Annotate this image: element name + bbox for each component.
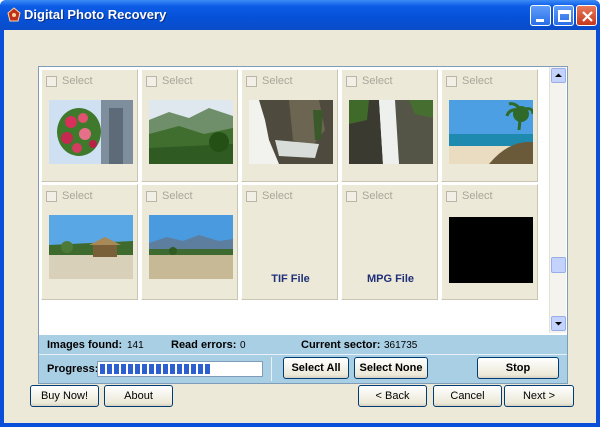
photo-hut[interactable] [49,215,133,279]
select-label: Select [362,75,393,87]
select-checkbox[interactable] [46,76,57,87]
select-label: Select [262,190,293,202]
status-row: Images found: 141 Read errors: 0 Current… [39,335,567,355]
progress-segment [156,364,161,374]
status-bar: Images found: 141 Read errors: 0 Current… [39,335,567,383]
title-bar[interactable]: Digital Photo Recovery [0,0,600,30]
photo-waterfall-cliff[interactable] [349,100,433,164]
select-checkbox[interactable] [346,191,357,202]
select-label: Select [62,75,93,87]
thumbnail-cell[interactable]: Select [441,69,538,182]
select-checkbox[interactable] [246,191,257,202]
scroll-down-button[interactable] [551,316,566,331]
images-found-label: Images found: [47,339,123,351]
minimize-icon [536,19,544,22]
select-label: Select [162,190,193,202]
maximize-icon [558,10,571,22]
progress-segment [205,364,210,374]
select-label: Select [462,190,493,202]
select-checkbox[interactable] [446,76,457,87]
progress-segment [107,364,112,374]
progress-segment [142,364,147,374]
photo-flowers[interactable] [49,100,133,164]
thumbnail-cell[interactable]: Select MPG File [341,184,438,300]
progress-segment [198,364,203,374]
file-type-label: TIF File [271,273,310,285]
thumbnail-cell[interactable]: Select [141,69,238,182]
buy-now-button[interactable]: Buy Now! [30,385,99,407]
progress-segment [100,364,105,374]
select-checkbox[interactable] [146,191,157,202]
minimize-button[interactable] [530,5,551,26]
select-none-button[interactable]: Select None [354,357,428,379]
close-button[interactable] [576,5,597,26]
divider [271,357,272,381]
window-title: Digital Photo Recovery [24,7,167,22]
vertical-scrollbar[interactable] [549,67,566,333]
photo-black[interactable] [449,217,533,283]
arrow-up-icon [555,73,562,77]
thumbnail-cell[interactable]: Select [241,69,338,182]
progress-segment [191,364,196,374]
thumbnail-grid: Select Select Select Select Select Selec… [39,67,547,333]
thumbnail-cell[interactable]: Select [41,69,138,182]
select-checkbox[interactable] [346,76,357,87]
cancel-button[interactable]: Cancel [433,385,502,407]
progress-segment [177,364,182,374]
current-sector-label: Current sector: [301,339,381,351]
select-label: Select [262,75,293,87]
progress-label: Progress: [47,363,99,375]
about-button[interactable]: About [104,385,173,407]
file-type-label: MPG File [366,273,415,285]
app-window: Digital Photo Recovery Select Select Sel… [0,0,600,427]
thumbnail-cell[interactable]: Select [441,184,538,300]
select-label: Select [462,75,493,87]
maximize-button[interactable] [553,5,574,26]
select-label: Select [62,190,93,202]
stop-button[interactable]: Stop [477,357,559,379]
thumbnail-cell[interactable]: Select [141,184,238,300]
photo-mountain-field[interactable] [149,215,233,279]
progress-segment [121,364,126,374]
select-checkbox[interactable] [46,191,57,202]
photo-waterfall-rock[interactable] [249,100,333,164]
select-label: Select [162,75,193,87]
thumbnail-cell[interactable]: Select [41,184,138,300]
select-checkbox[interactable] [146,76,157,87]
next-button[interactable]: Next > [504,385,574,407]
progress-segment [114,364,119,374]
progress-segment [184,364,189,374]
images-found-value: 141 [127,340,144,351]
arrow-down-icon [555,322,562,326]
progress-bar [97,361,263,377]
progress-segment [149,364,154,374]
thumbnail-cell[interactable]: Select TIF File [241,184,338,300]
select-checkbox[interactable] [246,76,257,87]
thumbnail-cell[interactable]: Select [341,69,438,182]
select-all-button[interactable]: Select All [283,357,349,379]
client-area: Select Select Select Select Select Selec… [4,30,596,423]
select-label: Select [362,190,393,202]
current-sector-value: 361735 [384,340,418,351]
scroll-up-button[interactable] [551,68,566,83]
scroll-thumb[interactable] [551,257,566,273]
close-icon [582,11,593,22]
read-errors-value: 0 [240,340,246,351]
progress-segment [135,364,140,374]
back-button[interactable]: < Back [358,385,427,407]
progress-segment [163,364,168,374]
progress-segment [128,364,133,374]
results-panel: Select Select Select Select Select Selec… [38,66,568,384]
progress-segment [170,364,175,374]
select-checkbox[interactable] [446,191,457,202]
photo-mountains[interactable] [149,100,233,164]
app-icon [7,7,21,22]
read-errors-label: Read errors: [171,339,237,351]
photo-beach[interactable] [449,100,533,164]
